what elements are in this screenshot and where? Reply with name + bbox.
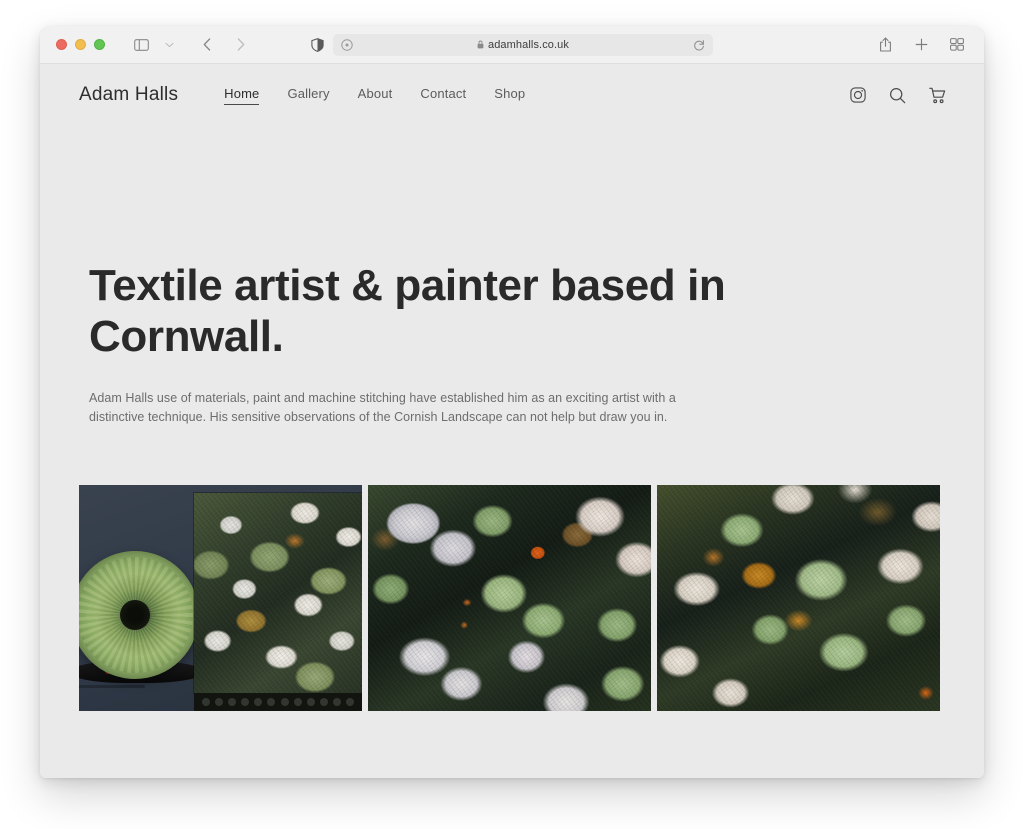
sidebar-icon[interactable] (128, 33, 154, 57)
toolbar-right-actions (872, 33, 970, 57)
site-header: Adam Halls Home Gallery About Contact Sh… (40, 64, 984, 126)
instagram-icon[interactable] (850, 87, 866, 103)
stitch-texture (657, 485, 940, 712)
url-text: adamhalls.co.uk (488, 38, 569, 51)
stitch-texture (368, 485, 651, 712)
minimize-window-button[interactable] (75, 39, 86, 50)
chevron-left-icon[interactable] (194, 33, 220, 57)
hero-description: Adam Halls use of materials, paint and m… (89, 391, 676, 425)
plus-icon[interactable] (908, 33, 934, 57)
tab-grid-icon[interactable] (944, 33, 970, 57)
toolbar-navigation-group (128, 33, 254, 57)
browser-window: adamhalls.co.uk Adam Halls Home Gallery … (40, 26, 984, 778)
zoom-window-button[interactable] (94, 39, 105, 50)
page-title: Textile artist & painter based in Cornwa… (89, 261, 726, 362)
gallery-strip (40, 485, 984, 712)
screenshot-root: adamhalls.co.uk Adam Halls Home Gallery … (0, 0, 1024, 829)
reload-icon[interactable] (693, 39, 705, 51)
site-navigation: Home Gallery About Contact Shop (224, 86, 525, 105)
lichen-artwork-panel (194, 493, 362, 694)
url-display: adamhalls.co.uk (333, 39, 713, 51)
url-input[interactable]: adamhalls.co.uk (333, 33, 713, 56)
window-controls (56, 39, 105, 50)
nav-item-gallery[interactable]: Gallery (287, 86, 329, 105)
gallery-image-1[interactable] (79, 485, 362, 712)
chevron-right-icon[interactable] (228, 33, 254, 57)
close-window-button[interactable] (56, 39, 67, 50)
nav-item-about[interactable]: About (358, 86, 393, 105)
lock-icon (477, 40, 484, 49)
site-header-icons (850, 87, 946, 104)
gallery-image-3[interactable] (657, 485, 940, 712)
gallery-image-2[interactable] (368, 485, 651, 712)
cart-icon[interactable] (929, 87, 946, 104)
search-icon[interactable] (889, 87, 906, 104)
nav-item-home[interactable]: Home (224, 86, 260, 105)
share-icon[interactable] (872, 33, 898, 57)
web-page-content: Adam Halls Home Gallery About Contact Sh… (40, 64, 984, 778)
nav-item-shop[interactable]: Shop (494, 86, 525, 105)
browser-toolbar: adamhalls.co.uk (40, 26, 984, 64)
nav-item-contact[interactable]: Contact (420, 86, 466, 105)
shield-icon[interactable] (311, 37, 324, 52)
stitch-texture (194, 493, 362, 694)
artwork-peg-row (194, 693, 362, 712)
site-logo[interactable]: Adam Halls (79, 84, 178, 106)
hero-section: Textile artist & painter based in Cornwa… (40, 126, 984, 427)
chevron-down-icon[interactable] (156, 33, 182, 57)
